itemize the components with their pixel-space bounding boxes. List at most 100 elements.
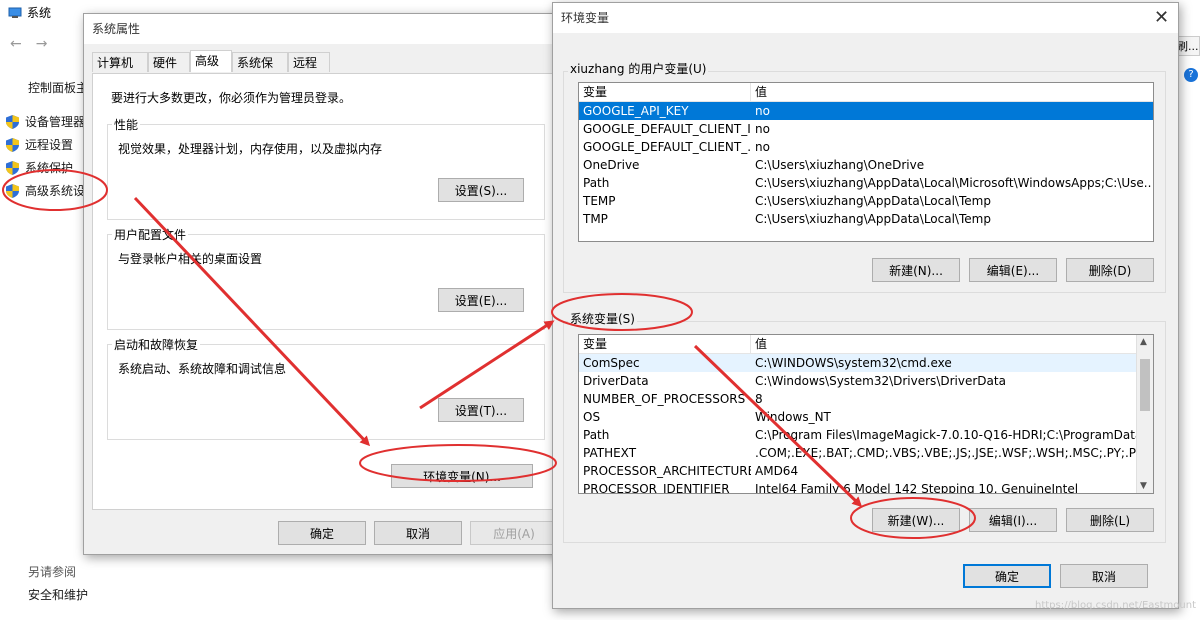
table-row[interactable]: GOOGLE_DEFAULT_CLIENT_... no [579, 138, 1153, 156]
variable-value: C:\Program Files\ImageMagick-7.0.10-Q16-… [755, 428, 1137, 442]
apply-button[interactable]: 应用(A) [470, 521, 558, 545]
table-row[interactable]: PATHEXT .COM;.EXE;.BAT;.CMD;.VBS;.VBE;.JS… [579, 444, 1153, 462]
table-row[interactable]: OneDrive C:\Users\xiuzhang\OneDrive [579, 156, 1153, 174]
system-properties-dialog: 系统属性 计算机名 硬件 高级 系统保护 远程 要进行大多数更改，你必须作为管理… [83, 13, 565, 555]
startup-recovery-group: 启动和故障恢复 系统启动、系统故障和调试信息 设置(T)... [107, 336, 545, 440]
variable-value: .COM;.EXE;.BAT;.CMD;.VBS;.VBE;.JS;.JSE;.… [755, 446, 1137, 460]
variable-value: no [755, 122, 770, 136]
scroll-down-icon[interactable]: ▼ [1140, 481, 1147, 491]
startup-recovery-settings-button[interactable]: 设置(T)... [438, 398, 524, 422]
variable-value: C:\Users\xiuzhang\AppData\Local\Microsof… [755, 176, 1151, 190]
shield-icon [6, 183, 19, 198]
table-row[interactable]: PROCESSOR_ARCHITECTURE AMD64 [579, 462, 1153, 480]
scroll-up-icon[interactable]: ▲ [1140, 337, 1147, 347]
table-row[interactable]: Path C:\Users\xiuzhang\AppData\Local\Micr… [579, 174, 1153, 192]
system-variables-group: 系统变量(S) 变量 值 ComSpec C:\WINDOWS\system32\… [563, 310, 1166, 543]
column-header-value[interactable]: 值 [751, 83, 1151, 101]
environment-variables-button[interactable]: 环境变量(N)... [391, 464, 533, 488]
admin-note: 要进行大多数更改，你必须作为管理员登录。 [111, 91, 352, 105]
system-edit-button[interactable]: 编辑(I)... [969, 508, 1057, 532]
table-row[interactable]: GOOGLE_DEFAULT_CLIENT_ID no [579, 120, 1153, 138]
user-variables-list[interactable]: 变量 值 GOOGLE_API_KEY no GOOGLE_DEFAULT_CLI… [578, 82, 1154, 242]
variable-name: OneDrive [583, 158, 640, 172]
see-also-heading: 另请参阅 [28, 565, 77, 579]
table-row[interactable]: NUMBER_OF_PROCESSORS 8 [579, 390, 1153, 408]
close-icon[interactable]: ✕ [1154, 7, 1169, 28]
user-delete-button[interactable]: 删除(D) [1066, 258, 1154, 282]
environment-variables-dialog: 环境变量 ✕ xiuzhang 的用户变量(U) 变量 值 GOOGLE_API… [552, 2, 1179, 609]
user-edit-button[interactable]: 编辑(E)... [969, 258, 1057, 282]
control-panel-home-link[interactable]: 控制面板主 [28, 79, 88, 96]
user-new-button[interactable]: 新建(N)... [872, 258, 960, 282]
help-icon[interactable]: ? [1184, 68, 1198, 82]
nav-arrows[interactable]: ←→ [10, 36, 61, 52]
back-arrow-icon[interactable]: ← [10, 36, 36, 52]
shield-icon [6, 114, 19, 129]
variable-name: PATHEXT [583, 446, 637, 460]
ok-button[interactable]: 确定 [963, 564, 1051, 588]
sidebar-item-label: 系统保护 [25, 161, 74, 175]
system-window-title: 系统 [8, 4, 51, 21]
tab-strip: 计算机名 硬件 高级 系统保护 远程 [92, 50, 552, 90]
user-profiles-settings-button[interactable]: 设置(E)... [438, 288, 524, 312]
startup-recovery-group-title: 启动和故障恢复 [112, 336, 201, 353]
column-header-value[interactable]: 值 [751, 335, 1137, 353]
user-profiles-group: 用户配置文件 与登录帐户相关的桌面设置 设置(E)... [107, 226, 545, 330]
system-new-button[interactable]: 新建(W)... [872, 508, 960, 532]
environment-variables-title: 环境变量 [553, 3, 1178, 33]
computer-icon [8, 7, 22, 18]
performance-description: 视觉效果，处理器计划，内存使用，以及虚拟内存 [118, 142, 383, 156]
variable-value: Windows_NT [755, 410, 831, 424]
cancel-button[interactable]: 取消 [1060, 564, 1148, 588]
list-header: 变量 值 [579, 335, 1153, 354]
table-row[interactable]: TMP C:\Users\xiuzhang\AppData\Local\Temp [579, 210, 1153, 228]
sidebar-item-system-protection[interactable]: 系统保护 [6, 159, 73, 176]
table-row[interactable]: ComSpec C:\WINDOWS\system32\cmd.exe [579, 354, 1137, 372]
variable-value: no [755, 104, 770, 118]
system-variables-list[interactable]: 变量 值 ComSpec C:\WINDOWS\system32\cmd.exe … [578, 334, 1154, 494]
variable-name: GOOGLE_DEFAULT_CLIENT_... [583, 140, 751, 154]
table-row[interactable]: Path C:\Program Files\ImageMagick-7.0.10-… [579, 426, 1153, 444]
column-header-variable[interactable]: 变量 [579, 83, 751, 101]
variable-value: no [755, 140, 770, 154]
table-row[interactable]: OS Windows_NT [579, 408, 1153, 426]
variable-value: Intel64 Family 6 Model 142 Stepping 10, … [755, 482, 1079, 494]
security-maintenance-link[interactable]: 安全和维护 [28, 586, 88, 603]
table-row[interactable]: GOOGLE_API_KEY no [579, 102, 1153, 120]
variable-name: OS [583, 410, 601, 424]
vertical-scrollbar[interactable]: ▲ ▼ [1136, 335, 1153, 493]
user-profiles-description: 与登录帐户相关的桌面设置 [118, 252, 263, 266]
tab-advanced[interactable]: 高级 [190, 50, 232, 72]
variable-value: C:\WINDOWS\system32\cmd.exe [755, 356, 952, 370]
forward-arrow-icon[interactable]: → [36, 36, 62, 52]
sidebar-item-label: 设备管理器 [25, 115, 86, 129]
column-header-variable[interactable]: 变量 [579, 335, 751, 353]
variable-name: Path [583, 428, 610, 442]
tab-system-protection[interactable]: 系统保护 [232, 52, 288, 90]
sidebar-item-device-manager[interactable]: 设备管理器 [6, 113, 85, 130]
performance-group: 性能 视觉效果，处理器计划，内存使用，以及虚拟内存 设置(S)... [107, 116, 545, 220]
variable-name: Path [583, 176, 610, 190]
cancel-button[interactable]: 取消 [374, 521, 462, 545]
tab-hardware[interactable]: 硬件 [148, 52, 190, 72]
table-row[interactable]: PROCESSOR_IDENTIFIER Intel64 Family 6 Mod… [579, 480, 1153, 494]
scrollbar-thumb[interactable] [1140, 359, 1150, 411]
table-row[interactable]: TEMP C:\Users\xiuzhang\AppData\Local\Temp [579, 192, 1153, 210]
system-variables-title: 系统变量(S) [568, 310, 637, 327]
system-delete-button[interactable]: 删除(L) [1066, 508, 1154, 532]
tab-computer-name[interactable]: 计算机名 [92, 52, 148, 90]
system-window-title-text: 系统 [27, 6, 52, 20]
performance-settings-button[interactable]: 设置(S)... [438, 178, 524, 202]
variable-value: C:\Users\xiuzhang\OneDrive [755, 158, 925, 172]
ok-button[interactable]: 确定 [278, 521, 366, 545]
sidebar-item-label: 远程设置 [25, 138, 74, 152]
sidebar-item-advanced-system-settings[interactable]: 高级系统设 [6, 182, 85, 199]
variable-name: TEMP [583, 194, 616, 208]
tab-remote[interactable]: 远程 [288, 52, 330, 72]
variable-value: 8 [755, 392, 763, 406]
variable-name: PROCESSOR_ARCHITECTURE [583, 464, 751, 478]
variable-name: NUMBER_OF_PROCESSORS [583, 392, 746, 406]
table-row[interactable]: DriverData C:\Windows\System32\Drivers\Dr… [579, 372, 1153, 390]
sidebar-item-remote-settings[interactable]: 远程设置 [6, 136, 73, 153]
shield-icon [6, 137, 19, 152]
